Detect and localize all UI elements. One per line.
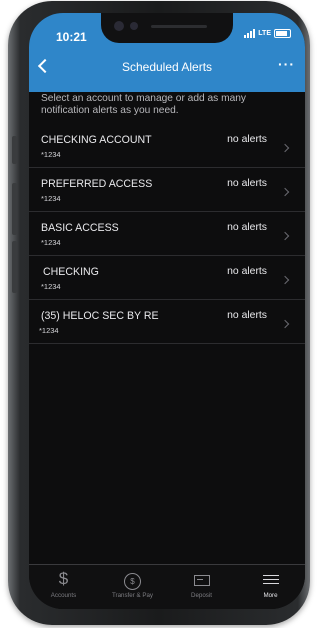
alert-status: no alerts bbox=[227, 266, 267, 277]
account-number: *1234 bbox=[41, 194, 61, 203]
account-row[interactable]: CHECKING *1234 no alerts bbox=[29, 256, 305, 300]
tab-transfer-pay[interactable]: $ Transfer & Pay bbox=[98, 565, 167, 609]
deposit-check-icon bbox=[167, 569, 236, 589]
intro-text: Select an account to manage or add as ma… bbox=[41, 93, 247, 116]
account-row[interactable]: PREFERRED ACCESS *1234 no alerts bbox=[29, 168, 305, 212]
chevron-right-icon bbox=[280, 187, 290, 197]
volume-up-button bbox=[12, 183, 17, 235]
screen: 10:21 LTE Scheduled Alerts ··· Select an… bbox=[29, 13, 305, 609]
account-name: (35) HELOC SEC BY RE bbox=[41, 310, 159, 322]
volume-down-button bbox=[12, 241, 17, 293]
alert-status: no alerts bbox=[227, 222, 267, 233]
status-indicators: LTE bbox=[244, 29, 291, 38]
alert-status: no alerts bbox=[227, 310, 267, 321]
account-row[interactable]: (35) HELOC SEC BY RE *1234 no alerts bbox=[29, 300, 305, 344]
transfer-pay-icon: $ bbox=[98, 569, 167, 590]
dollar-icon: $ bbox=[58, 569, 69, 588]
alert-status: no alerts bbox=[227, 134, 267, 145]
camera-icon bbox=[114, 21, 124, 31]
alert-status: no alerts bbox=[227, 178, 267, 189]
chevron-right-icon bbox=[280, 275, 290, 285]
tab-label: More bbox=[263, 592, 278, 599]
account-name: BASIC ACCESS bbox=[41, 222, 119, 234]
battery-icon bbox=[274, 29, 291, 38]
chevron-right-icon bbox=[280, 143, 290, 153]
tab-accounts[interactable]: $ Accounts bbox=[29, 565, 98, 609]
account-number: *1234 bbox=[41, 282, 61, 291]
account-number: *1234 bbox=[41, 238, 61, 247]
network-label: LTE bbox=[258, 30, 271, 37]
chevron-right-icon bbox=[280, 319, 290, 329]
signal-icon bbox=[244, 29, 256, 38]
status-time: 10:21 bbox=[56, 30, 87, 44]
tab-label: Transfer & Pay bbox=[111, 592, 154, 599]
app-header: 10:21 LTE Scheduled Alerts ··· bbox=[29, 13, 305, 92]
account-number: *1234 bbox=[39, 326, 59, 335]
account-name: CHECKING ACCOUNT bbox=[41, 134, 152, 146]
account-name: PREFERRED ACCESS bbox=[41, 178, 153, 190]
account-row[interactable]: BASIC ACCESS *1234 no alerts bbox=[29, 212, 305, 256]
account-list: CHECKING ACCOUNT *1234 no alerts PREFERR… bbox=[29, 124, 305, 344]
phone-frame: 10:21 LTE Scheduled Alerts ··· Select an… bbox=[8, 1, 310, 625]
mute-switch bbox=[12, 136, 17, 164]
account-name: CHECKING bbox=[43, 266, 99, 278]
tab-label: Deposit bbox=[191, 592, 212, 599]
account-row[interactable]: CHECKING ACCOUNT *1234 no alerts bbox=[29, 124, 305, 168]
tab-label: Accounts bbox=[50, 592, 77, 599]
menu-icon bbox=[236, 569, 305, 589]
tab-more[interactable]: More bbox=[236, 565, 305, 609]
account-number: *1234 bbox=[41, 150, 61, 159]
tab-bar: $ Accounts $ Transfer & Pay Deposit More bbox=[29, 564, 305, 609]
tab-deposit[interactable]: Deposit bbox=[167, 565, 236, 609]
notch bbox=[101, 13, 233, 43]
more-dots-icon[interactable]: ··· bbox=[278, 56, 295, 72]
sensor-icon bbox=[130, 22, 138, 30]
page-title: Scheduled Alerts bbox=[121, 60, 213, 74]
speaker-grille bbox=[151, 25, 207, 28]
chevron-right-icon bbox=[280, 231, 290, 241]
